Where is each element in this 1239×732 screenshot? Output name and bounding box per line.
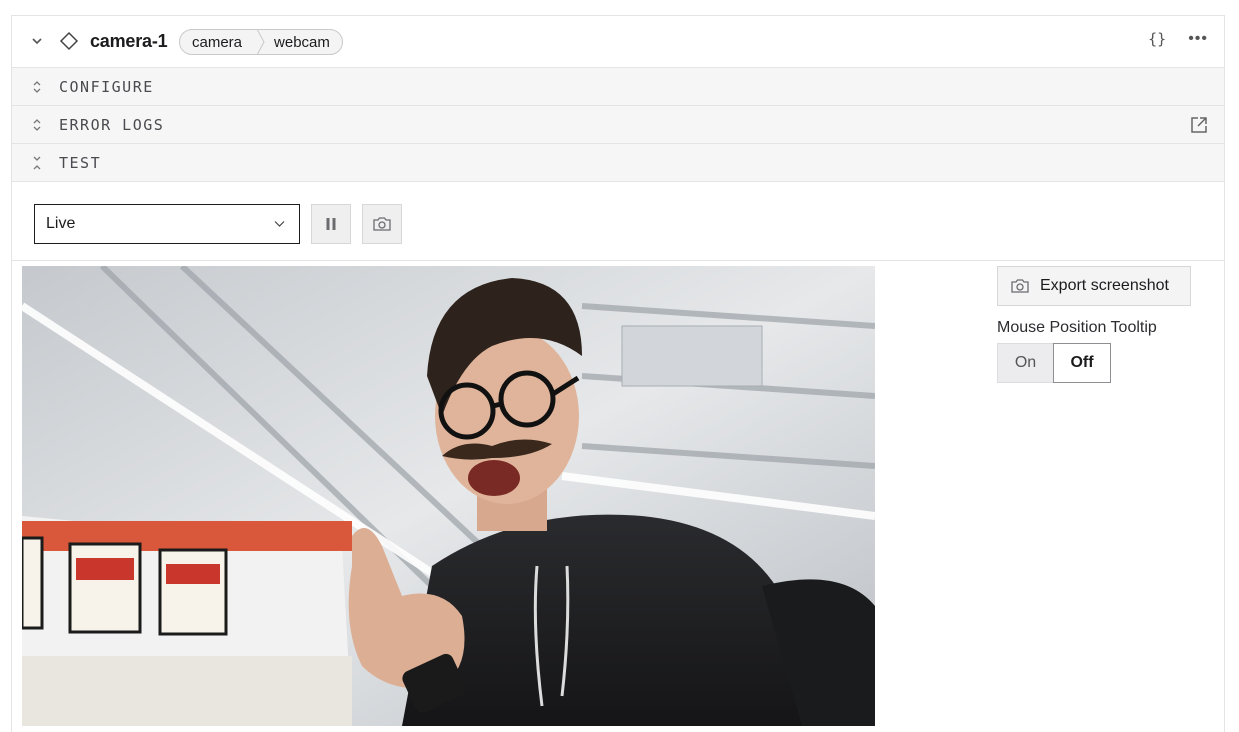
header-actions: {} •••: [1148, 30, 1208, 48]
chevron-down-icon[interactable]: [30, 34, 44, 48]
chevron-down-icon: [274, 221, 285, 227]
component-header[interactable]: camera-1 camera webcam {} •••: [12, 16, 1224, 68]
section-test[interactable]: TEST: [12, 144, 1224, 182]
component-title: camera-1: [90, 31, 168, 51]
section-label-test: TEST: [59, 154, 102, 172]
section-label-error-logs: ERROR LOGS: [59, 116, 165, 134]
breadcrumb-item-api: camera: [192, 33, 243, 51]
pause-icon: [326, 218, 336, 230]
camera-icon: [373, 217, 391, 231]
pause-button[interactable]: [311, 204, 351, 244]
collapse-icon: [33, 156, 41, 170]
camera-feed-image: [22, 266, 875, 726]
diamond-icon: [59, 31, 79, 51]
section-label-configure: CONFIGURE: [59, 78, 154, 96]
mouse-tooltip-label: Mouse Position Tooltip: [997, 319, 1157, 336]
toggle-on-button[interactable]: On: [997, 343, 1053, 383]
breadcrumb-item-model: webcam: [274, 33, 330, 51]
export-screenshot-label: Export screenshot: [1040, 277, 1169, 294]
expand-icon: [33, 81, 41, 93]
section-error-logs[interactable]: ERROR LOGS: [12, 106, 1224, 144]
breadcrumb: camera webcam: [179, 29, 343, 55]
camera-feed[interactable]: [22, 266, 875, 726]
stream-controls: Live: [12, 182, 1224, 261]
stream-mode-value: Live: [46, 215, 76, 232]
breadcrumb-separator-icon: [256, 29, 265, 55]
more-options-icon[interactable]: •••: [1188, 30, 1208, 48]
mouse-tooltip-toggle: On Off: [997, 343, 1111, 383]
expand-icon: [33, 119, 41, 131]
export-screenshot-button[interactable]: Export screenshot: [997, 266, 1191, 306]
external-link-icon[interactable]: [1190, 116, 1208, 134]
section-configure[interactable]: CONFIGURE: [12, 68, 1224, 106]
camera-icon: [1011, 279, 1029, 293]
stream-mode-select[interactable]: Live: [34, 204, 300, 244]
snapshot-button[interactable]: [362, 204, 402, 244]
toggle-off-button[interactable]: Off: [1053, 343, 1111, 383]
json-icon[interactable]: {}: [1148, 30, 1166, 48]
